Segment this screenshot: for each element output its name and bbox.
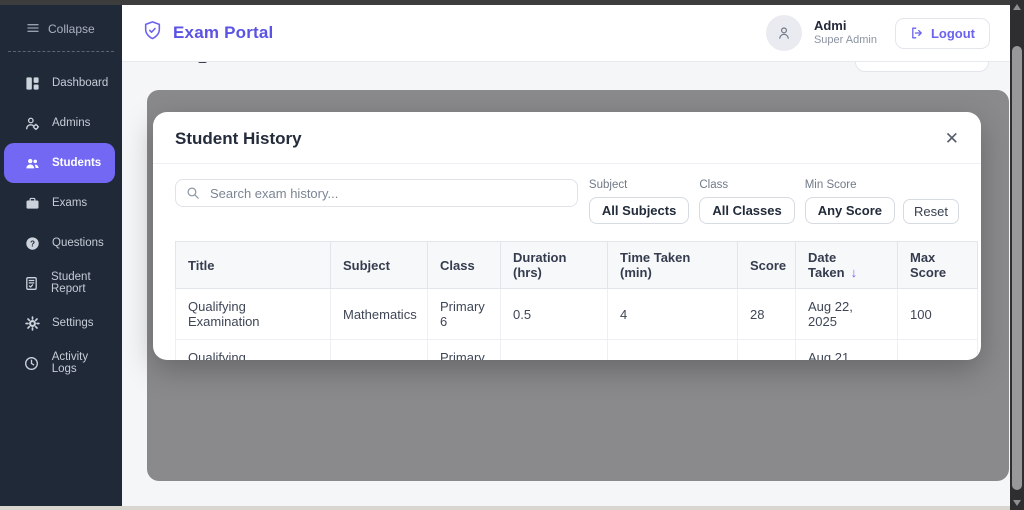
table-cell: Aug 21, 2025 xyxy=(796,340,898,361)
app-title: Exam Portal xyxy=(173,23,273,43)
sidebar-item-settings[interactable]: Settings xyxy=(4,303,115,343)
sidebar-item-exams[interactable]: Exams xyxy=(4,183,115,223)
table-cell: 0.25 xyxy=(501,340,608,361)
shield-check-icon xyxy=(142,20,163,46)
filter-dropdown-class[interactable]: All Classes xyxy=(699,197,794,224)
table-cell: 4 xyxy=(608,289,738,340)
sort-desc-icon: ↓ xyxy=(851,265,858,280)
sidebar-item-label: Dashboard xyxy=(52,77,108,89)
table-row: Qualifying ExaminationSpellingsPrimary 6… xyxy=(176,340,978,361)
column-header-title[interactable]: Title xyxy=(176,242,331,289)
sidebar-nav: Dashboard Admins Students Exams? Questions St… xyxy=(0,63,122,383)
activity-logs-icon xyxy=(24,355,40,371)
scrollbar-thumb[interactable] xyxy=(1012,46,1022,490)
app-header: Exam Portal Admi Super Admin Logout xyxy=(122,5,1010,62)
table-cell: 5 xyxy=(608,340,738,361)
sidebar-item-dashboard[interactable]: Dashboard xyxy=(4,63,115,103)
logout-icon xyxy=(910,26,924,40)
table-cell: 100 xyxy=(898,340,978,361)
sidebar-collapse-toggle[interactable]: Collapse xyxy=(0,0,122,36)
table-cell: Qualifying Examination xyxy=(176,340,331,361)
filters: Subject All Subjects Class All Classes Min S… xyxy=(589,179,895,224)
table-cell: Mathematics xyxy=(331,289,428,340)
table-cell: Aug 22, 2025 xyxy=(796,289,898,340)
table-header-row: TitleSubjectClassDuration (hrs)Time Take… xyxy=(176,242,978,289)
student-report-icon xyxy=(24,275,39,291)
column-header-duration-hrs-[interactable]: Duration (hrs) xyxy=(501,242,608,289)
sidebar: Collapse Dashboard Admins Students Exams? Qu… xyxy=(0,0,122,506)
sidebar-item-students[interactable]: Students xyxy=(4,143,115,183)
sidebar-item-label: Student Report xyxy=(51,271,115,295)
column-header-subject[interactable]: Subject xyxy=(331,242,428,289)
avatar[interactable] xyxy=(766,15,802,51)
sidebar-item-label: Questions xyxy=(52,237,104,249)
sidebar-item-label: Exams xyxy=(52,197,87,209)
person-icon xyxy=(776,25,792,41)
filter-label: Subject xyxy=(589,179,689,191)
user-info: Admi Super Admin xyxy=(814,18,877,48)
filter-group-subject: Subject All Subjects xyxy=(589,179,689,224)
sidebar-item-admins[interactable]: Admins xyxy=(4,103,115,143)
table-cell: Primary 6 xyxy=(428,289,501,340)
brand: Exam Portal xyxy=(142,20,273,46)
vertical-scrollbar[interactable] xyxy=(1010,0,1024,510)
logout-button[interactable]: Logout xyxy=(895,18,990,49)
close-icon[interactable]: ✕ xyxy=(943,128,961,149)
sidebar-item-activity-logs[interactable]: Activity Logs xyxy=(4,343,115,383)
svg-text:?: ? xyxy=(30,239,35,248)
table-cell: Spellings xyxy=(331,340,428,361)
scroll-up-icon[interactable] xyxy=(1013,4,1021,10)
questions-icon: ? xyxy=(24,235,40,251)
filter-label: Min Score xyxy=(805,179,895,191)
sidebar-item-student-report[interactable]: Student Report xyxy=(4,263,115,303)
table-cell: 80 xyxy=(738,340,796,361)
exams-icon xyxy=(24,195,40,211)
table-cell: 28 xyxy=(738,289,796,340)
sidebar-divider xyxy=(8,51,114,52)
filter-group-class: Class All Classes xyxy=(699,179,794,224)
hamburger-icon xyxy=(27,22,39,36)
sidebar-item-label: Activity Logs xyxy=(52,351,115,375)
admins-icon xyxy=(24,115,40,131)
collapse-label: Collapse xyxy=(48,22,95,36)
modal-title: Student History xyxy=(175,129,302,149)
table-cell: 0.5 xyxy=(501,289,608,340)
filter-label: Class xyxy=(699,179,794,191)
logout-label: Logout xyxy=(931,26,975,41)
students-icon xyxy=(24,155,40,171)
column-header-date-taken[interactable]: Date Taken↓ xyxy=(796,242,898,289)
reset-button[interactable]: Reset xyxy=(903,199,959,224)
student-history-table: TitleSubjectClassDuration (hrs)Time Take… xyxy=(175,241,978,360)
table-body: Qualifying ExaminationMathematicsPrimary… xyxy=(176,289,978,361)
table-row: Qualifying ExaminationMathematicsPrimary… xyxy=(176,289,978,340)
filter-dropdown-min-score[interactable]: Any Score xyxy=(805,197,895,224)
filter-dropdown-subject[interactable]: All Subjects xyxy=(589,197,689,224)
user-role: Super Admin xyxy=(814,34,877,48)
window-chrome-bottom xyxy=(0,506,1024,510)
column-header-max-score[interactable]: Max Score xyxy=(898,242,978,289)
sidebar-item-label: Admins xyxy=(52,117,90,129)
dashboard-icon xyxy=(24,75,40,91)
filter-group-min-score: Min Score Any Score xyxy=(805,179,895,224)
sidebar-item-label: Students xyxy=(52,157,101,169)
column-header-score[interactable]: Score xyxy=(738,242,796,289)
user-name: Admi xyxy=(814,18,877,34)
sidebar-item-questions[interactable]: ? Questions xyxy=(4,223,115,263)
table-cell: Qualifying Examination xyxy=(176,289,331,340)
sidebar-item-label: Settings xyxy=(52,317,94,329)
settings-icon xyxy=(24,315,40,331)
table-cell: 100 xyxy=(898,289,978,340)
search-input[interactable] xyxy=(175,179,578,207)
column-header-time-taken-min-[interactable]: Time Taken (min) xyxy=(608,242,738,289)
student-history-modal: Student History ✕ Subject All Subjects Cla… xyxy=(153,112,981,360)
column-header-class[interactable]: Class xyxy=(428,242,501,289)
window-chrome-top xyxy=(0,0,1024,5)
search-icon xyxy=(186,186,200,205)
table-cell: Primary 6 xyxy=(428,340,501,361)
scroll-down-icon[interactable] xyxy=(1013,500,1021,506)
